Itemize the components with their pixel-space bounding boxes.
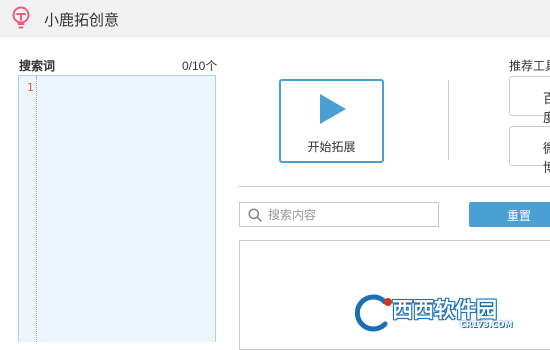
line-number: 1 — [27, 81, 34, 94]
keywords-editor[interactable]: 1 — [18, 75, 216, 342]
vertical-divider — [448, 80, 449, 160]
tool-button-baidu[interactable]: 百度 — [509, 76, 550, 125]
keywords-label: 搜索词 — [19, 59, 56, 73]
tool-button-label: 百度 — [543, 91, 550, 125]
tool-button-weibo[interactable]: 微博 — [509, 126, 550, 175]
recommended-tools-label: 推荐工具 — [509, 59, 550, 73]
keywords-count: 0/10个 — [182, 59, 218, 73]
search-input[interactable] — [268, 206, 433, 224]
line-gutter: 1 — [19, 76, 37, 342]
start-expand-button[interactable]: 开始拓展 — [279, 79, 384, 163]
lightbulb-logo-icon — [12, 6, 30, 29]
start-expand-label: 开始拓展 — [307, 140, 356, 154]
horizontal-divider — [238, 186, 550, 187]
site-watermark: 西西软件园 CR173.COM — [352, 292, 530, 334]
reset-button[interactable]: 重置 — [469, 202, 550, 227]
reset-button-label: 重置 — [507, 209, 532, 223]
title-bar: 小鹿拓创意 — [0, 0, 550, 37]
play-icon — [320, 94, 346, 124]
search-icon — [248, 208, 262, 222]
watermark-logo-icon — [352, 292, 392, 334]
watermark-url: CR173.COM — [460, 320, 513, 329]
tool-button-label: 微博 — [543, 141, 550, 175]
search-box[interactable] — [239, 202, 439, 227]
app-title: 小鹿拓创意 — [44, 12, 120, 29]
